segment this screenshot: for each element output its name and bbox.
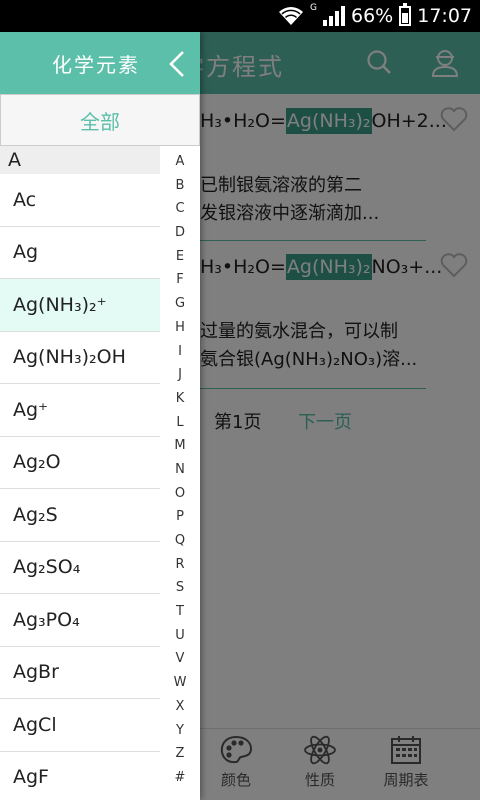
- list-item[interactable]: AgF: [0, 752, 160, 800]
- index-letter[interactable]: #: [163, 766, 197, 790]
- index-letter[interactable]: T: [163, 600, 197, 624]
- section-header: A: [0, 146, 160, 174]
- network-type: G: [310, 3, 317, 13]
- list-item[interactable]: Ag₂O: [0, 437, 160, 489]
- status-bar: G 66% 17:07: [0, 0, 480, 32]
- list-item[interactable]: Ag₂SO₄: [0, 542, 160, 594]
- index-letter[interactable]: P: [163, 505, 197, 529]
- index-letter[interactable]: X: [163, 695, 197, 719]
- index-letter[interactable]: R: [163, 553, 197, 577]
- index-letter[interactable]: I: [163, 340, 197, 364]
- list-item[interactable]: Ag₂S: [0, 489, 160, 542]
- alphabet-index[interactable]: A B C D E F G H I J K L M N O P Q R S T U V W X Y Z #: [163, 150, 197, 790]
- index-letter[interactable]: O: [163, 482, 197, 506]
- index-letter[interactable]: F: [163, 268, 197, 292]
- index-letter[interactable]: Q: [163, 529, 197, 553]
- chevron-left-icon[interactable]: [168, 50, 186, 78]
- drawer-title: 化学元素: [52, 53, 140, 77]
- index-letter[interactable]: Z: [163, 742, 197, 766]
- index-letter[interactable]: L: [163, 411, 197, 435]
- index-letter[interactable]: Y: [163, 719, 197, 743]
- list-item[interactable]: Ag⁺: [0, 384, 160, 437]
- index-letter[interactable]: U: [163, 624, 197, 648]
- index-letter[interactable]: N: [163, 458, 197, 482]
- index-letter[interactable]: W: [163, 671, 197, 695]
- index-letter[interactable]: K: [163, 387, 197, 411]
- index-letter[interactable]: E: [163, 245, 197, 269]
- list-item[interactable]: AgBr: [0, 647, 160, 699]
- index-letter[interactable]: A: [163, 150, 197, 174]
- list-item[interactable]: AgCl: [0, 699, 160, 752]
- drawer-header: 化学元素: [0, 32, 200, 94]
- index-letter[interactable]: D: [163, 221, 197, 245]
- element-list: Ac Ag Ag(NH₃)₂⁺ Ag(NH₃)₂OH Ag⁺ Ag₂O Ag₂S Ag₂SO₄…: [0, 174, 160, 800]
- index-letter[interactable]: S: [163, 576, 197, 600]
- index-letter[interactable]: C: [163, 197, 197, 221]
- wifi-icon: [279, 7, 304, 25]
- battery-percent: 66%: [351, 5, 394, 27]
- elements-drawer: 化学元素 全部 A Ac Ag Ag(NH₃)₂⁺ Ag(NH₃)₂OH Ag⁺ Ag₂O…: [0, 32, 200, 800]
- index-letter[interactable]: G: [163, 292, 197, 316]
- index-letter[interactable]: J: [163, 363, 197, 387]
- list-item[interactable]: Ac: [0, 174, 160, 227]
- index-letter[interactable]: H: [163, 316, 197, 340]
- index-letter[interactable]: M: [163, 434, 197, 458]
- list-item[interactable]: Ag(NH₃)₂⁺: [0, 279, 160, 332]
- list-item[interactable]: Ag: [0, 227, 160, 279]
- battery-icon: [399, 3, 412, 26]
- clock: 17:07: [417, 5, 472, 27]
- list-item[interactable]: Ag₃PO₄: [0, 594, 160, 647]
- all-tab[interactable]: 全部: [0, 94, 200, 146]
- index-letter[interactable]: V: [163, 647, 197, 671]
- list-item[interactable]: Ag(NH₃)₂OH: [0, 332, 160, 384]
- index-letter[interactable]: B: [163, 174, 197, 198]
- signal-icon: [323, 6, 345, 26]
